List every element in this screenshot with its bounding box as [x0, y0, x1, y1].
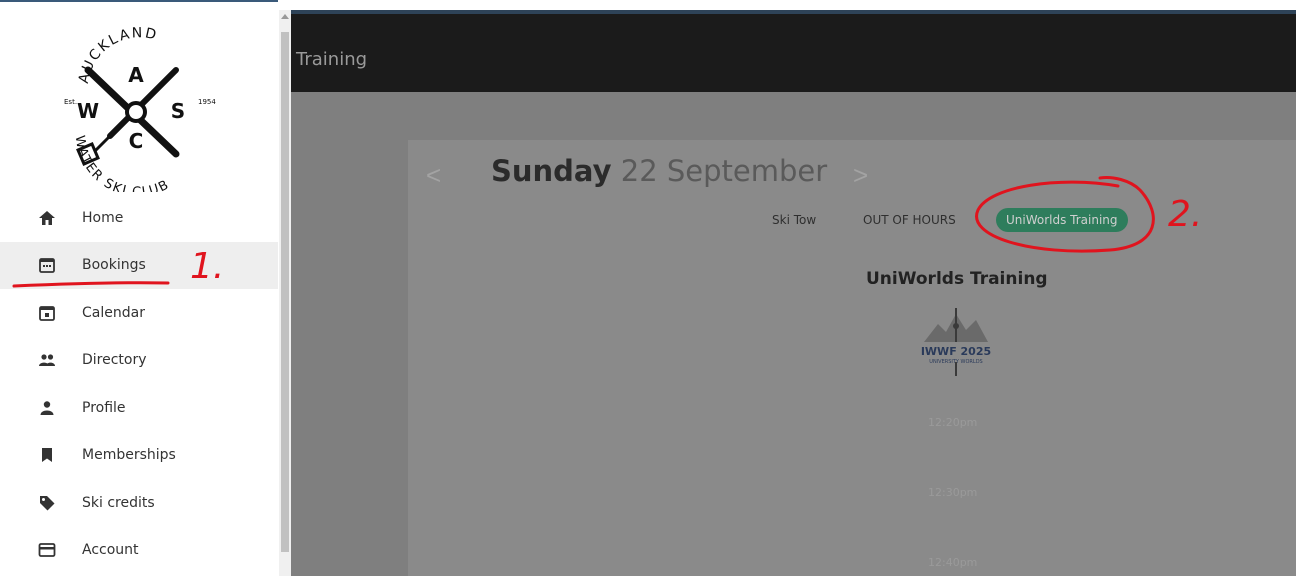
- sidebar-item-memberships[interactable]: Memberships: [0, 432, 278, 480]
- iwwf-logo-text: IWWF 2025: [921, 345, 991, 358]
- sidebar-item-label: Memberships: [82, 447, 176, 464]
- sidebar-item-label: Directory: [82, 352, 147, 369]
- people-icon: [38, 351, 56, 369]
- date-heading: Sunday 22 September: [491, 154, 827, 188]
- main-content: Training < Sunday 22 September > Ski Tow…: [291, 0, 1296, 576]
- calendar-dots-icon: [38, 256, 56, 274]
- bookmark-icon: [38, 446, 56, 464]
- logo-est: Est.: [64, 98, 77, 106]
- tab-uniworlds-training[interactable]: UniWorlds Training: [996, 208, 1128, 232]
- logo-top-text: AUCKLAND: [76, 25, 158, 85]
- tag-icon: [38, 494, 56, 512]
- next-day-button[interactable]: >: [853, 160, 868, 191]
- iwwf-logo-subtext: UNIVERSITY WORLDS: [929, 359, 982, 365]
- logo-letter-c: C: [129, 129, 144, 153]
- sidebar-item-label: Account: [82, 542, 139, 559]
- page-title: Training: [296, 49, 368, 70]
- app-root: A W S C Est. 1954 AUCKLAND WATER SKI CLU…: [0, 0, 1296, 576]
- svg-text:AUCKLAND: AUCKLAND: [76, 25, 160, 85]
- sidebar-item-bookings[interactable]: Bookings: [0, 241, 278, 289]
- sidebar-item-ski-credits[interactable]: Ski credits: [0, 479, 278, 527]
- svg-text:WATER SKI CLUB: WATER SKI CLUB: [72, 134, 173, 192]
- app-bar: Training: [291, 10, 1296, 92]
- sidebar-nav: Home Bookings Calendar Directory Profile…: [0, 194, 278, 574]
- home-icon: [38, 209, 56, 227]
- logo-letter-s: S: [171, 99, 185, 123]
- date-day: Sunday: [491, 154, 612, 188]
- sidebar-item-label: Calendar: [82, 304, 145, 321]
- time-slot[interactable]: 12:40pm: [928, 556, 977, 569]
- tab-out-of-hours[interactable]: OUT OF HOURS: [863, 213, 956, 227]
- sidebar-item-calendar[interactable]: Calendar: [0, 289, 278, 337]
- top-strip: [291, 0, 1296, 10]
- scrollbar-thumb[interactable]: [281, 32, 289, 552]
- session-title: UniWorlds Training: [866, 269, 1048, 289]
- sidebar-item-label: Ski credits: [82, 494, 155, 511]
- credit-card-icon: [38, 541, 56, 559]
- previous-day-button[interactable]: <: [426, 160, 441, 191]
- sidebar: A W S C Est. 1954 AUCKLAND WATER SKI CLU…: [0, 0, 278, 576]
- logo-letter-w: W: [77, 99, 99, 123]
- time-slot[interactable]: 12:30pm: [928, 486, 977, 499]
- sidebar-item-label: Profile: [82, 399, 126, 416]
- sidebar-item-label: Bookings: [82, 257, 146, 274]
- time-slot[interactable]: 12:20pm: [928, 416, 977, 429]
- scroll-up-icon[interactable]: [281, 14, 289, 19]
- calendar-today-icon: [38, 304, 56, 322]
- logo-year: 1954: [198, 98, 216, 106]
- sidebar-item-directory[interactable]: Directory: [0, 337, 278, 385]
- logo-letter-a: A: [128, 63, 144, 87]
- date-value: 22 September: [620, 154, 828, 188]
- club-logo[interactable]: A W S C Est. 1954 AUCKLAND WATER SKI CLU…: [48, 24, 224, 192]
- sidebar-item-account[interactable]: Account: [0, 527, 278, 575]
- sidebar-item-label: Home: [82, 209, 124, 226]
- sidebar-scrollbar[interactable]: [279, 10, 291, 576]
- person-icon: [38, 399, 56, 417]
- iwwf-logo: IWWF 2025 UNIVERSITY WORLDS: [921, 308, 991, 376]
- booking-card: < Sunday 22 September > Ski Tow OUT OF H…: [408, 140, 1296, 576]
- sidebar-item-home[interactable]: Home: [0, 194, 278, 242]
- tab-ski-tow[interactable]: Ski Tow: [772, 213, 816, 227]
- logo-bottom-text: WATER SKI CLUB: [72, 134, 171, 192]
- sidebar-item-profile[interactable]: Profile: [0, 384, 278, 432]
